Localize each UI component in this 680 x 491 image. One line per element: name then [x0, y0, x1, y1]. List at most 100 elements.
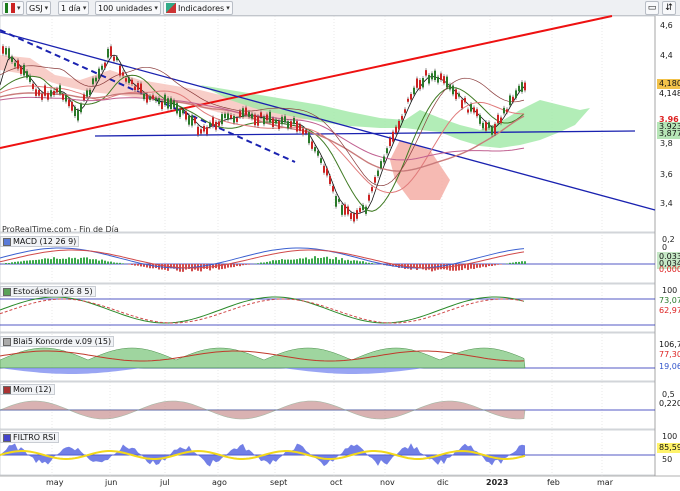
macd-histogram-bar [236, 264, 238, 266]
candle-body [479, 115, 481, 124]
price-chart[interactable] [0, 0, 680, 491]
candle-body [239, 110, 241, 118]
macd-histogram-bar [509, 262, 511, 264]
candle-body [272, 118, 274, 127]
candle-body [95, 77, 97, 82]
macd-panel-label[interactable]: MACD (12 26 9) [0, 236, 80, 247]
candle-body [467, 109, 469, 113]
candle-body [398, 120, 400, 130]
price-tag: 4,148 [659, 89, 680, 98]
candle-body [299, 124, 301, 132]
macd-histogram-bar [206, 264, 208, 269]
macd-tick: 0 [662, 243, 668, 252]
candle-body [5, 48, 7, 55]
candle-body [131, 79, 133, 85]
macd-histogram-bar [137, 264, 139, 266]
candle-body [392, 131, 394, 142]
candle-body [38, 90, 40, 96]
macd-histogram-bar [299, 258, 301, 264]
candle-body [86, 90, 88, 97]
candle-body [23, 64, 25, 76]
candle-body [125, 78, 127, 82]
macd-histogram-bar [317, 258, 319, 264]
candle-body [269, 111, 271, 123]
candle-body [20, 67, 22, 74]
candle-body [92, 78, 94, 85]
candle-body [248, 111, 250, 117]
candle-body [137, 83, 139, 90]
candle-body [62, 94, 64, 100]
macd-histogram-bar [353, 260, 355, 264]
blai-label-text: Blai5 Koncorde v.09 (15) [13, 337, 112, 346]
candle-body [140, 83, 142, 93]
macd-histogram-bar [122, 263, 124, 264]
candle-body [266, 114, 268, 121]
macd-histogram-bar [29, 260, 31, 264]
candle-body [494, 123, 496, 135]
candle-body [26, 71, 28, 78]
macd-histogram-bar [323, 257, 325, 264]
blai-panel-label[interactable]: Blai5 Koncorde v.09 (15) [0, 336, 115, 347]
candle-body [236, 118, 238, 122]
macd-histogram-bar [368, 262, 370, 264]
candle-body [503, 107, 505, 114]
macd-histogram-bar [485, 264, 487, 268]
candle-body [446, 76, 448, 88]
macd-histogram-bar [284, 259, 286, 264]
candle-body [251, 113, 253, 119]
macd-histogram-bar [329, 258, 331, 264]
macd-histogram-bar [362, 261, 364, 264]
macd-histogram-bar [26, 260, 28, 264]
macd-histogram-bar [302, 258, 304, 264]
candle-body [212, 117, 214, 127]
macd-histogram-bar [494, 264, 496, 266]
candle-body [437, 76, 439, 83]
price-tick: 3,4 [660, 199, 673, 208]
macd-histogram-bar [338, 259, 340, 264]
candle-body [221, 114, 223, 125]
candle-body [275, 119, 277, 124]
candle-body [218, 121, 220, 126]
macd-histogram-bar [47, 258, 49, 264]
macd-histogram-bar [32, 260, 34, 264]
candle-body [44, 85, 46, 96]
macd-histogram-bar [320, 257, 322, 264]
macd-histogram-bar [443, 264, 445, 270]
x-label: oct [330, 478, 343, 487]
candle-body [146, 94, 148, 103]
candle-body [515, 90, 517, 98]
macd-histogram-bar [239, 264, 241, 267]
rsi-panel-label[interactable]: FILTRO RSI [0, 432, 59, 443]
macd-histogram-bar [350, 260, 352, 264]
stoch-panel-label[interactable]: Estocástico (26 8 5) [0, 286, 96, 297]
candle-body [509, 95, 511, 106]
watermark: ProRealTime.com - Fin de Día [2, 225, 119, 234]
candle-body [353, 213, 355, 222]
macd-histogram-bar [107, 261, 109, 264]
candle-body [128, 77, 130, 83]
stoch-tag: 62,97 [659, 306, 680, 315]
stoch-tick: 100 [662, 286, 678, 295]
candle-body [518, 85, 520, 92]
candle-body [8, 48, 10, 59]
candle-body [371, 187, 373, 192]
candle-body [404, 109, 406, 113]
macd-histogram-bar [23, 260, 25, 264]
cloud-bottom-tag: 3,877 [657, 129, 680, 139]
candle-body [17, 60, 19, 69]
macd-histogram-bar [74, 257, 76, 264]
candle-body [443, 76, 445, 84]
stoch-label-text: Estocástico (26 8 5) [13, 287, 93, 296]
mom-panel-label[interactable]: Mom (12) [0, 384, 55, 395]
macd-histogram-bar [257, 263, 259, 264]
rsi-tag: 85,59 [657, 443, 680, 453]
candle-body [470, 104, 472, 112]
macd-histogram-bar [296, 259, 298, 264]
macd-histogram-bar [371, 263, 373, 264]
candle-body [176, 103, 178, 114]
macd-histogram-bar [5, 263, 7, 264]
price-tick: 3,8 [660, 139, 673, 148]
candle-body [143, 93, 145, 100]
candle-body [350, 213, 352, 220]
macd-histogram-bar [68, 257, 70, 264]
